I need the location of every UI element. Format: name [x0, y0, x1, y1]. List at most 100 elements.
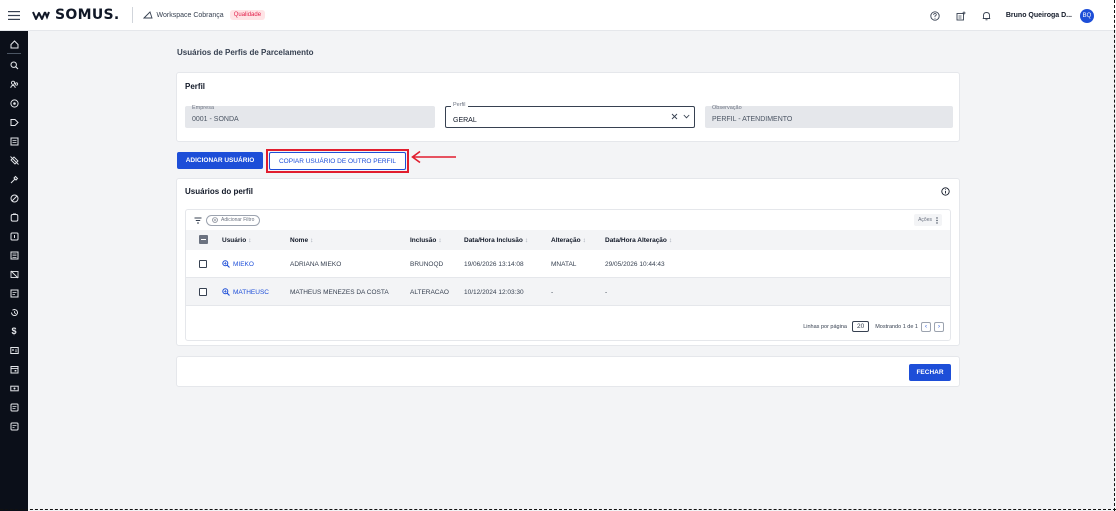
user-link[interactable]: MIEKO — [222, 260, 254, 268]
col-data-inclusao-label: Data/Hora Inclusão — [464, 236, 523, 244]
filter-icon[interactable] — [194, 217, 202, 224]
select-all-checkbox[interactable] — [199, 235, 208, 244]
forward-icon[interactable] — [0, 114, 28, 130]
col-alteracao[interactable]: Alteração ↕ — [551, 237, 586, 244]
top-bar: SOMUS. Workspace Cobrança Qualidade Brun… — [0, 0, 1116, 31]
grid-toolbar: Adicionar Filtro Ações — [186, 210, 950, 230]
kebab-icon — [936, 216, 938, 224]
next-page-button[interactable]: › — [934, 321, 944, 332]
search-icon[interactable] — [0, 57, 28, 73]
perfil-card: Perfil Empresa 0001 - SONDA Perfil GERAL… — [176, 72, 960, 142]
empresa-label: Empresa — [192, 105, 215, 111]
block-icon[interactable] — [0, 190, 28, 206]
info-icon[interactable] — [941, 187, 950, 196]
report-icon[interactable] — [0, 285, 28, 301]
users-icon[interactable] — [0, 76, 28, 92]
usuario-value: MIEKO — [233, 260, 254, 268]
add-user-button[interactable]: Adicionar Usuário — [177, 152, 263, 169]
close-button[interactable]: Fechar — [909, 364, 951, 381]
inclusao-value: BRUNOQD — [410, 261, 444, 268]
user-name[interactable]: Bruno Queiroga D... — [1006, 12, 1072, 19]
col-inclusao-label: Inclusão — [410, 236, 437, 244]
workspace-label: Workspace Cobrança — [156, 11, 224, 19]
usuario-value: MATHEUSC — [233, 288, 269, 296]
file-check-icon[interactable] — [0, 418, 28, 434]
data-inclusao-value: 19/06/2026 13:14:08 — [464, 261, 524, 268]
col-nome[interactable]: Nome ↕ — [290, 237, 313, 244]
table-row[interactable]: MIEKO ADRIANA MIEKO BRUNOQD 19/06/2026 1… — [186, 250, 950, 278]
col-usuario-label: Usuário — [222, 236, 247, 244]
page-title: Usuários de Perfis de Parcelamento — [177, 48, 314, 57]
square-bracket-icon[interactable] — [0, 228, 28, 244]
avatar[interactable]: BQ — [1080, 8, 1094, 23]
col-data-alteracao-label: Data/Hora Alteração — [605, 236, 667, 244]
perfil-select[interactable]: Perfil GERAL — [445, 102, 695, 128]
zoom-icon — [222, 288, 230, 296]
annotation-arrow-icon — [411, 150, 456, 164]
plus-circle-icon — [212, 217, 218, 223]
rows-per-page-value: 20 — [856, 323, 865, 330]
logo-text: SOMUS. — [55, 7, 120, 23]
nome-value: ADRIANA MIEKO — [290, 261, 342, 268]
empresa-field: Empresa 0001 - SONDA — [185, 105, 435, 128]
sidebar: $ — [0, 31, 28, 511]
bell-icon[interactable] — [974, 11, 1000, 21]
col-data-alteracao[interactable]: Data/Hora Alteração ↕ — [605, 237, 672, 244]
observacao-label: Observação — [712, 105, 742, 111]
empresa-value: 0001 - SONDA — [192, 116, 239, 123]
avatar-initials: BQ — [1082, 12, 1092, 19]
document-icon[interactable] — [0, 133, 28, 149]
notes-icon[interactable] — [948, 11, 974, 21]
logo: SOMUS. — [32, 7, 120, 23]
chevron-left-icon: ‹ — [925, 323, 927, 330]
settings-icon[interactable] — [0, 95, 28, 111]
alteracao-value: - — [551, 289, 554, 296]
observacao-value: PERFIL - ATENDIMENTO — [712, 116, 793, 123]
image-off-icon[interactable] — [0, 266, 28, 282]
perfil-label: Perfil — [451, 102, 468, 108]
add-filter-button[interactable]: Adicionar Filtro — [206, 214, 261, 226]
users-grid: Adicionar Filtro Ações Usuário ↕ Nome ↕ In… — [185, 209, 951, 341]
col-alteracao-label: Alteração — [551, 236, 581, 244]
prev-page-button[interactable]: ‹ — [921, 321, 931, 332]
col-nome-label: Nome — [290, 236, 309, 244]
actions-menu-button[interactable]: Ações — [914, 214, 942, 226]
data-alteracao-value: - — [605, 289, 608, 296]
actions-label: Ações — [918, 217, 932, 223]
pagination: Linhas por página 20 Mostrando 1 de 1 ‹ … — [803, 321, 944, 332]
col-data-inclusao[interactable]: Data/Hora Inclusão ↕ — [464, 237, 528, 244]
col-usuario[interactable]: Usuário ↕ — [222, 237, 251, 244]
copy-user-button[interactable]: Copiar usuário de outro perfil — [269, 152, 406, 170]
cash-icon[interactable] — [0, 380, 28, 396]
row-checkbox[interactable] — [199, 260, 207, 268]
tag-off-icon[interactable] — [0, 152, 28, 168]
home-icon[interactable] — [0, 36, 28, 52]
menu-icon[interactable] — [0, 10, 28, 20]
list-icon[interactable] — [0, 247, 28, 263]
help-icon[interactable] — [922, 10, 948, 21]
table-row[interactable]: MATHEUSC MATHEUS MENEZES DA COSTA ALTERA… — [186, 278, 950, 306]
file-text-icon[interactable] — [0, 399, 28, 415]
workspace-icon — [142, 11, 153, 19]
col-inclusao[interactable]: Inclusão ↕ — [410, 237, 442, 244]
dollar-icon[interactable]: $ — [0, 323, 28, 339]
row-checkbox[interactable] — [199, 288, 207, 296]
clear-icon[interactable] — [671, 113, 678, 120]
somus-logo-icon — [32, 11, 50, 20]
users-card-title: Usuários do perfil — [185, 187, 254, 196]
zoom-icon — [222, 260, 230, 268]
history-icon[interactable] — [0, 304, 28, 320]
user-link[interactable]: MATHEUSC — [222, 288, 269, 296]
chevron-right-icon: › — [938, 323, 940, 330]
footer-card: Fechar — [176, 356, 960, 387]
rows-per-page-label: Linhas por página — [803, 323, 847, 330]
users-card: Usuários do perfil Adicionar Filtro Açõe… — [176, 178, 960, 346]
id-card-icon[interactable] — [0, 342, 28, 358]
tools-icon[interactable] — [0, 171, 28, 187]
perfil-value: GERAL — [453, 117, 477, 124]
clipboard-icon[interactable] — [0, 209, 28, 225]
chevron-down-icon[interactable] — [683, 114, 690, 119]
rows-per-page-select[interactable]: 20 — [851, 321, 870, 332]
calendar-icon[interactable] — [0, 361, 28, 377]
workspace-selector[interactable]: Workspace Cobrança Qualidade — [142, 10, 266, 20]
